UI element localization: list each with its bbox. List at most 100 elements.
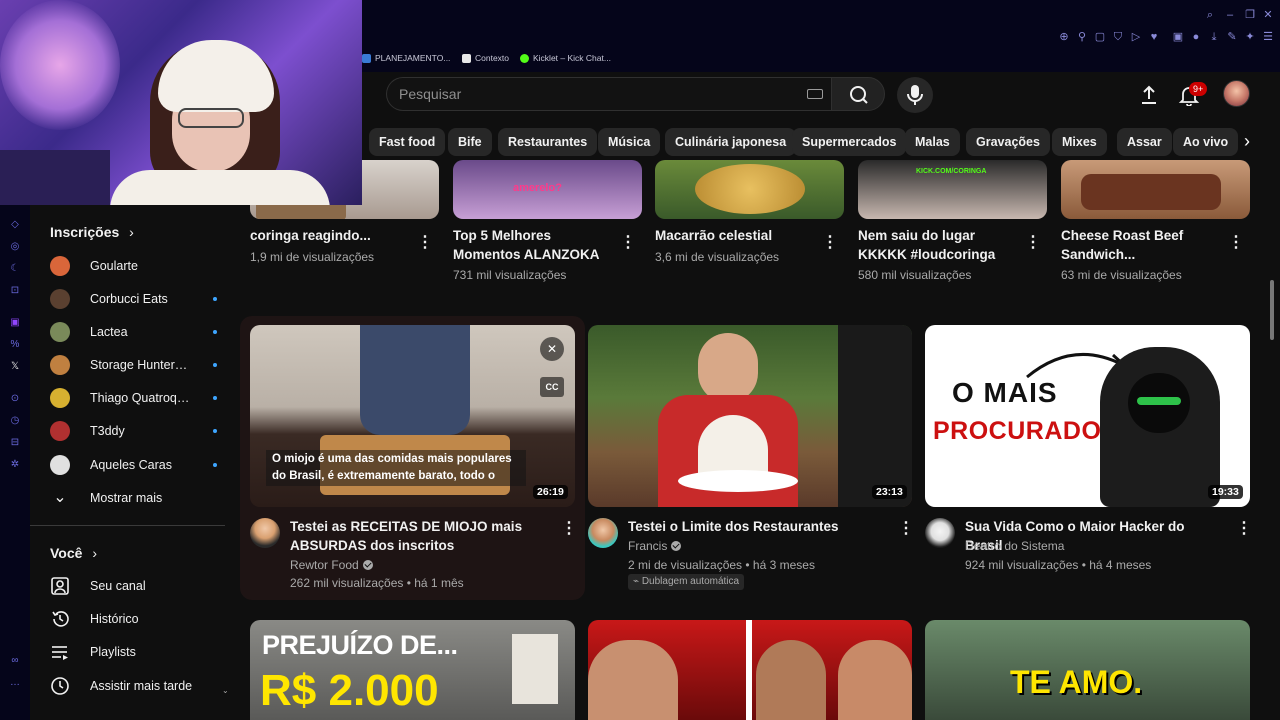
sidebar-item-historico[interactable]: Histórico bbox=[50, 604, 225, 634]
clock-icon[interactable]: ◷ bbox=[9, 415, 21, 427]
bookmark-item[interactable]: Contexto bbox=[462, 53, 509, 63]
channel-name: Francis bbox=[628, 539, 668, 553]
minimize-icon[interactable]: – bbox=[1224, 9, 1236, 21]
more-options-icon[interactable]: ⋮ bbox=[1236, 520, 1252, 538]
you-heading[interactable]: Você › bbox=[50, 545, 97, 561]
short-title[interactable]: Nem saiu do lugar KKKKK #loudcoringa #ya… bbox=[858, 226, 1018, 264]
chip-mixes[interactable]: Mixes bbox=[1052, 128, 1107, 156]
keyboard-icon[interactable] bbox=[807, 89, 823, 99]
more-options-icon[interactable]: ⋮ bbox=[822, 234, 838, 252]
bookmark-item[interactable]: PLANEJAMENTO... bbox=[362, 53, 450, 63]
video-channel[interactable]: Dentro do Sistema bbox=[965, 539, 1064, 553]
account-avatar[interactable] bbox=[1223, 80, 1250, 107]
x-icon[interactable]: 𝕏 bbox=[9, 361, 21, 373]
short-thumbnail[interactable] bbox=[1061, 160, 1250, 219]
close-icon[interactable]: ✕ bbox=[1262, 9, 1274, 21]
shield-icon[interactable]: ⛉ bbox=[1112, 31, 1124, 43]
ellipsis-icon[interactable]: … bbox=[9, 677, 21, 689]
sidebar-item-seu-canal[interactable]: Seu canal bbox=[50, 571, 225, 601]
channel-avatar[interactable] bbox=[250, 518, 280, 548]
screenshot-icon[interactable]: ▢ bbox=[1094, 31, 1106, 43]
more-options-icon[interactable]: ⋮ bbox=[898, 520, 914, 538]
sidebar-item-playlists[interactable]: Playlists bbox=[50, 637, 225, 667]
short-thumbnail[interactable]: KICK.COM/CORINGA bbox=[858, 160, 1047, 219]
profile-icon[interactable]: ● bbox=[1190, 31, 1202, 43]
more-options-icon[interactable]: ⋮ bbox=[417, 234, 433, 252]
video-thumbnail[interactable]: O MAIS PROCURADO 19:33 bbox=[925, 325, 1250, 507]
zoom-icon[interactable]: ⊕ bbox=[1058, 31, 1070, 43]
chip-supermercados[interactable]: Supermercados bbox=[792, 128, 907, 156]
mute-icon[interactable]: ✕ bbox=[540, 337, 564, 361]
show-more-button[interactable]: ⌄ Mostrar mais bbox=[50, 483, 225, 513]
search-button[interactable] bbox=[831, 77, 885, 111]
chip-restaurantes[interactable]: Restaurantes bbox=[498, 128, 598, 156]
chip-ao-vivo[interactable]: Ao vivo bbox=[1173, 128, 1239, 156]
chip-gravacoes[interactable]: Gravações bbox=[966, 128, 1050, 156]
chip-fast-food[interactable]: Fast food bbox=[369, 128, 446, 156]
page-scrollbar[interactable] bbox=[1270, 280, 1274, 340]
short-thumbnail[interactable] bbox=[655, 160, 844, 219]
wallet-icon[interactable]: ▣ bbox=[1172, 31, 1184, 43]
video-thumbnail[interactable] bbox=[588, 620, 912, 720]
video-thumbnail[interactable]: ✕ CC O miojo é uma das comidas mais popu… bbox=[250, 325, 575, 507]
more-options-icon[interactable]: ⋮ bbox=[1228, 234, 1244, 252]
video-title[interactable]: Testei o Limite dos Restaurantes bbox=[628, 517, 888, 536]
heart-icon[interactable]: ♥ bbox=[1148, 31, 1160, 43]
twitch-icon[interactable]: ▣ bbox=[9, 317, 21, 329]
captions-button[interactable]: CC bbox=[540, 377, 564, 397]
bot-icon[interactable]: ⊡ bbox=[9, 285, 21, 297]
video-thumbnail[interactable]: 23:13 bbox=[588, 325, 912, 507]
download-icon[interactable]: ⤓ bbox=[1208, 31, 1220, 43]
more-options-icon[interactable]: ⋮ bbox=[561, 520, 577, 538]
chevron-right-icon[interactable]: › bbox=[1236, 128, 1258, 154]
short-thumbnail[interactable]: amerelo? bbox=[453, 160, 642, 219]
percent-icon[interactable]: % bbox=[9, 339, 21, 351]
extension-icon[interactable]: ✎ bbox=[1226, 31, 1238, 43]
video-channel[interactable]: Francis bbox=[628, 539, 682, 553]
sidebar-item-goularte[interactable]: Goularte bbox=[50, 251, 225, 281]
settings-icon[interactable]: ✲ bbox=[9, 459, 21, 471]
short-title[interactable]: coringa reagindo... bbox=[250, 226, 410, 245]
chip-assar[interactable]: Assar bbox=[1117, 128, 1172, 156]
globe-icon[interactable]: ◎ bbox=[9, 241, 21, 253]
chip-bife[interactable]: Bife bbox=[448, 128, 492, 156]
play-circle-icon[interactable]: ⊙ bbox=[9, 393, 21, 405]
sidebar-item-storage-hunters[interactable]: Storage Hunters ... bbox=[50, 350, 225, 380]
channel-avatar[interactable] bbox=[925, 518, 955, 548]
video-thumbnail[interactable]: PREJUÍZO DE... R$ 2.000 bbox=[250, 620, 575, 720]
sidebar-scroll-down-icon[interactable]: ⌄ bbox=[222, 686, 229, 695]
sidebar-item-lactea[interactable]: Lactea bbox=[50, 317, 225, 347]
diamond-icon[interactable]: ◇ bbox=[9, 219, 21, 231]
chip-musica[interactable]: Música bbox=[598, 128, 661, 156]
video-thumbnail[interactable]: TE AMO. bbox=[925, 620, 1250, 720]
sidebar-item-corbucci-eats[interactable]: Corbucci Eats bbox=[50, 284, 225, 314]
more-options-icon[interactable]: ⋮ bbox=[1025, 234, 1041, 252]
send-icon[interactable]: ▷ bbox=[1130, 31, 1142, 43]
menu-icon[interactable]: ☰ bbox=[1262, 31, 1274, 43]
chip-malas[interactable]: Malas bbox=[905, 128, 960, 156]
more-options-icon[interactable]: ⋮ bbox=[620, 234, 636, 252]
bookmark-item[interactable]: Kicklet – Kick Chat... bbox=[520, 53, 611, 63]
search-icon[interactable]: ⌕ bbox=[1204, 9, 1216, 21]
video-channel[interactable]: Rewtor Food bbox=[290, 558, 373, 572]
search-input[interactable] bbox=[399, 78, 799, 110]
voice-search-button[interactable] bbox=[897, 77, 933, 113]
bag-icon[interactable]: ⊟ bbox=[9, 437, 21, 449]
restore-icon[interactable]: ❐ bbox=[1244, 9, 1256, 21]
channel-avatar[interactable] bbox=[588, 518, 618, 548]
subscriptions-heading[interactable]: Inscrições › bbox=[50, 224, 134, 240]
moon-icon[interactable]: ☾ bbox=[9, 263, 21, 275]
rail-more-icon[interactable]: ∞ bbox=[9, 655, 21, 667]
chip-culinaria-japonesa[interactable]: Culinária japonesa bbox=[665, 128, 797, 156]
video-title[interactable]: Testei as RECEITAS DE MIOJO mais ABSURDA… bbox=[290, 517, 545, 555]
sidebar-item-assistir-mais-tarde[interactable]: Assistir mais tarde bbox=[50, 671, 225, 701]
ai-icon[interactable]: ✦ bbox=[1244, 31, 1256, 43]
sidebar-item-t3ddy[interactable]: T3ddy bbox=[50, 416, 225, 446]
upload-icon[interactable] bbox=[1138, 84, 1160, 106]
short-title[interactable]: Top 5 Melhores Momentos ALANZOKA E... bbox=[453, 226, 613, 264]
sidebar-item-thiago-quatroque[interactable]: Thiago Quatroque bbox=[50, 383, 225, 413]
short-title[interactable]: Macarrão celestial bbox=[655, 226, 815, 245]
sidebar-item-aqueles-caras[interactable]: Aqueles Caras bbox=[50, 450, 225, 480]
pin-icon[interactable]: ⚲ bbox=[1076, 31, 1088, 43]
short-title[interactable]: Cheese Roast Beef Sandwich... bbox=[1061, 226, 1221, 264]
